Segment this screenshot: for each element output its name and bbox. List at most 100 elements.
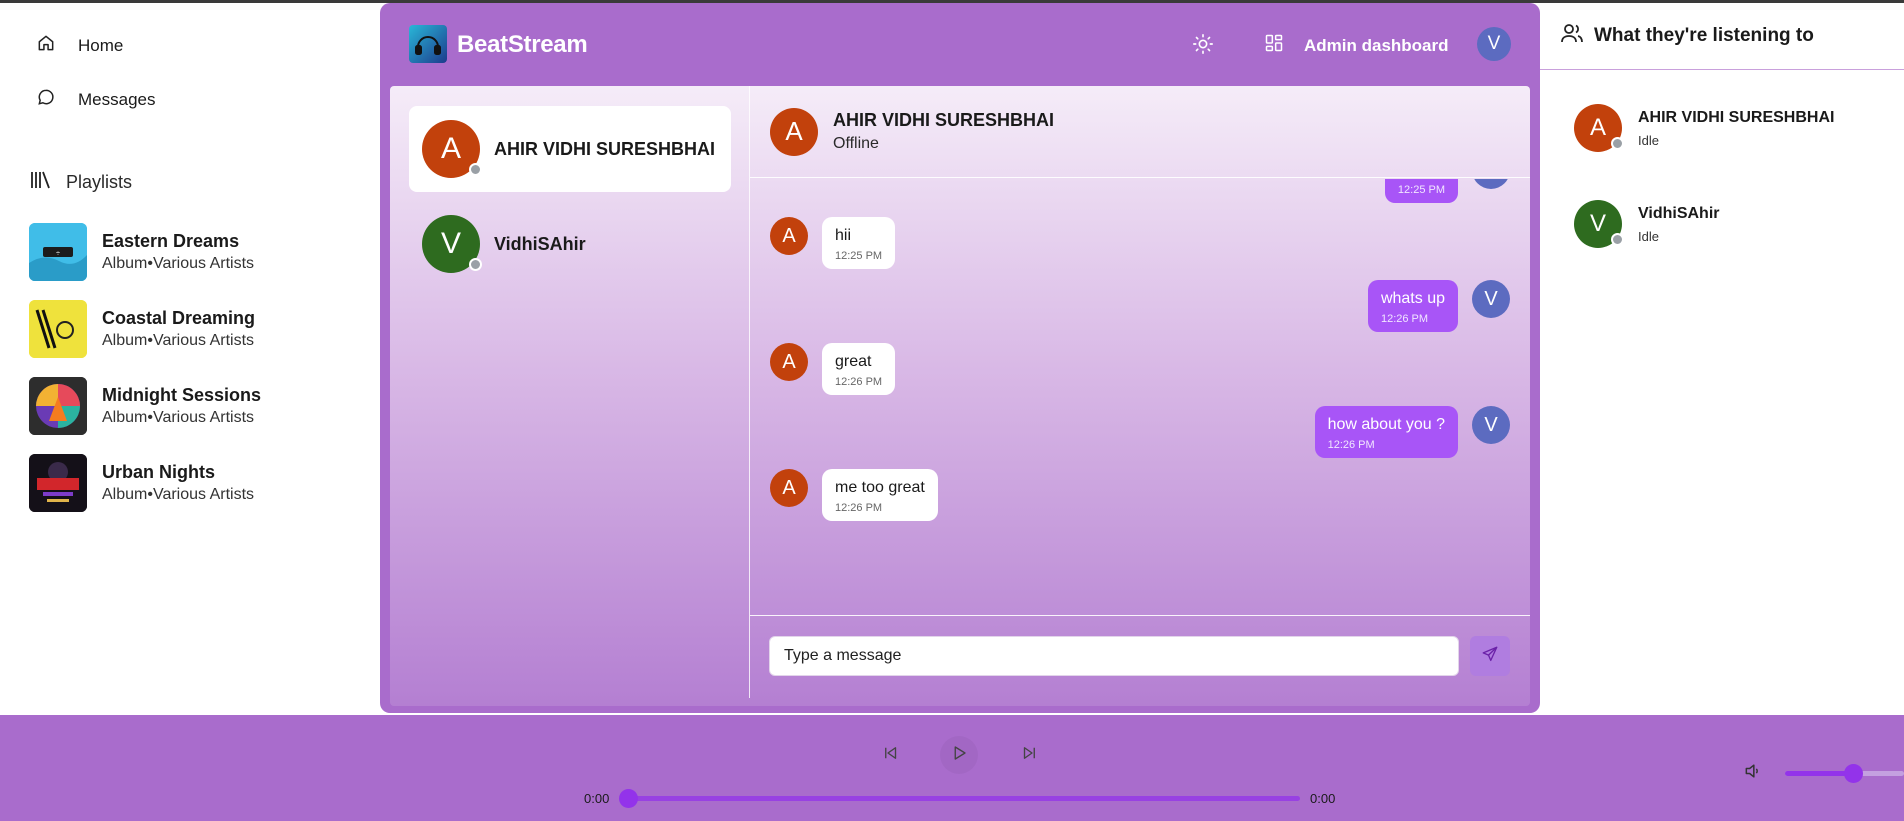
playlist-title: Eastern Dreams	[102, 230, 240, 251]
message-bubble: 12:25 PM	[1384, 179, 1458, 203]
library-icon	[30, 170, 52, 195]
message-time: 12:25 PM	[835, 250, 883, 262]
playlist-subtitle: Album•Various Artists	[102, 408, 255, 426]
dashboard-grid-icon	[1264, 33, 1284, 58]
friends-activity-header: What they're listening to	[1540, 3, 1904, 70]
offline-status-dot	[469, 258, 482, 271]
message-text: great	[835, 353, 872, 370]
next-track-button[interactable]	[1010, 736, 1048, 774]
message-text: me too great	[835, 479, 925, 496]
friend-status: Idle	[1638, 132, 1659, 148]
playlist-title: Midnight Sessions	[102, 384, 262, 405]
playlist-item[interactable]: ÷ Eastern Dreams Album•Various Artists	[29, 223, 369, 281]
playlist-cover: ÷	[29, 223, 87, 281]
send-icon	[1481, 645, 1499, 668]
playlist-cover	[29, 377, 87, 435]
message-incoming: A me too great 12:26 PM	[770, 469, 938, 521]
friends-activity-panel: What they're listening to A AHIR VIDHI S…	[1540, 3, 1904, 715]
contact-avatar: V	[422, 215, 482, 273]
message-bubble: how about you ? 12:26 PM	[1314, 406, 1458, 458]
playlists-heading: Playlists	[30, 170, 132, 195]
app-logo[interactable]	[409, 25, 447, 63]
my-avatar: V	[1472, 406, 1510, 444]
message-outgoing: how about you ? 12:26 PM V	[1314, 406, 1510, 458]
friends-activity-title: What they're listening to	[1594, 25, 1814, 46]
friend-avatar: V	[1574, 200, 1624, 248]
message-time: 12:26 PM	[1327, 439, 1375, 451]
my-avatar: V	[1472, 280, 1510, 318]
message-time: 12:26 PM	[835, 376, 883, 388]
chat-contact-name: AHIR VIDHI SURESHBHAI	[833, 110, 1055, 130]
friend-item[interactable]: A AHIR VIDHI SURESHBHAI Idle	[1574, 104, 1834, 152]
progress-track[interactable]	[628, 796, 1300, 801]
chat-contact-avatar: A	[770, 107, 818, 156]
playlist-item[interactable]: Coastal Dreaming Album•Various Artists	[29, 300, 369, 358]
friend-name: AHIR VIDHI SURESHBHAI	[1638, 108, 1835, 126]
user-avatar[interactable]: V	[1477, 27, 1511, 61]
playlists-title: Playlists	[66, 172, 133, 192]
playlist-cover	[29, 300, 87, 358]
contact-avatar: A	[422, 120, 482, 178]
friend-status: Idle	[1638, 228, 1659, 244]
chat-contact-status: Offline	[833, 135, 879, 152]
chat-panel: A AHIR VIDHI SURESHBHAI V VidhiSAhir A A…	[390, 86, 1530, 706]
nav-messages[interactable]: Messages	[36, 87, 155, 112]
playlist-item[interactable]: Midnight Sessions Album•Various Artists	[29, 377, 369, 435]
volume-icon[interactable]	[1743, 761, 1763, 786]
nav-messages-label: Messages	[78, 89, 156, 109]
message-input[interactable]: Type a message	[769, 636, 1459, 676]
playlist-item[interactable]: Urban Nights Album•Various Artists	[29, 454, 369, 512]
message-icon	[36, 87, 56, 112]
svg-text:÷: ÷	[55, 250, 60, 257]
admin-dashboard-label: Admin dashboard	[1304, 35, 1449, 55]
message-bubble: whats up 12:26 PM	[1367, 280, 1458, 332]
idle-status-dot	[1611, 137, 1624, 150]
contact-item[interactable]: V VidhiSAhir	[409, 201, 731, 287]
message-incoming: A great 12:26 PM	[770, 343, 896, 395]
friend-item[interactable]: V VidhiSAhir Idle	[1574, 200, 1720, 248]
playlist-subtitle: Album•Various Artists	[102, 331, 255, 349]
their-avatar: A	[770, 343, 808, 381]
send-button[interactable]	[1470, 636, 1510, 676]
message-outgoing: whats up 12:26 PM V	[1367, 280, 1510, 332]
their-avatar: A	[770, 469, 808, 507]
volume-thumb[interactable]	[1843, 764, 1863, 783]
admin-dashboard-button[interactable]: Admin dashboard	[1264, 33, 1449, 58]
playlist-title: Urban Nights	[102, 461, 216, 482]
playback-bar: 0:00 0:00	[0, 715, 1904, 821]
message-time: 12:26 PM	[835, 502, 883, 514]
message-incoming: A hii 12:25 PM	[770, 217, 896, 269]
contact-item-active[interactable]: A AHIR VIDHI SURESHBHAI	[409, 106, 731, 192]
message-time: 12:26 PM	[1380, 313, 1429, 325]
theme-toggle-sun-icon[interactable]	[1192, 33, 1214, 55]
idle-status-dot	[1611, 233, 1624, 246]
contact-name: VidhiSAhir	[494, 233, 586, 254]
playlist-cover	[29, 454, 87, 512]
nav-home-label: Home	[78, 35, 124, 55]
play-button[interactable]	[940, 736, 978, 774]
friend-name: VidhiSAhir	[1638, 204, 1720, 222]
play-icon	[950, 744, 968, 767]
message-composer: Type a message	[750, 615, 1530, 698]
message-bubble: me too great 12:26 PM	[822, 469, 938, 521]
message-bubble: great 12:26 PM	[822, 343, 896, 395]
message-outgoing: 12:25 PM V	[1384, 179, 1510, 203]
chat-header: A AHIR VIDHI SURESHBHAI Offline	[750, 86, 1530, 178]
skip-forward-icon	[1020, 744, 1038, 767]
their-avatar: A	[770, 217, 808, 255]
message-text: whats up	[1380, 290, 1445, 307]
message-bubble: hii 12:25 PM	[822, 217, 896, 269]
app-name: BeatStream	[457, 31, 588, 58]
main-frame: BeatStream Admin dashboard V A AHIR VIDH…	[380, 3, 1540, 713]
playlist-subtitle: Album•Various Artists	[102, 485, 255, 503]
message-time: 12:25 PM	[1397, 184, 1445, 196]
duration: 0:00	[1310, 791, 1336, 806]
message-text: how about you ?	[1327, 416, 1445, 433]
volume-fill	[1785, 771, 1853, 776]
offline-status-dot	[469, 163, 482, 176]
nav-home[interactable]: Home	[36, 33, 123, 58]
playlist-title: Coastal Dreaming	[102, 307, 256, 328]
progress-thumb[interactable]	[619, 789, 638, 808]
previous-track-button[interactable]	[872, 736, 910, 774]
playlist-subtitle: Album•Various Artists	[102, 254, 255, 272]
